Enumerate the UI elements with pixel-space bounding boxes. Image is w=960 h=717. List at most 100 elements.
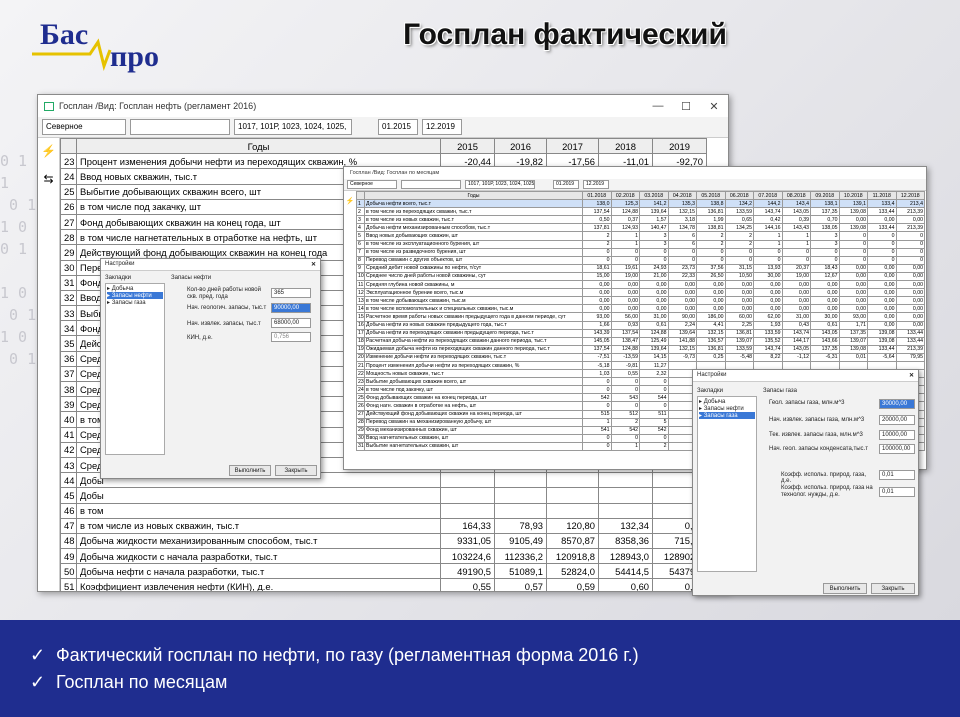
table-row[interactable]: 7в том числе из разведочного бурения, шт… (356, 247, 925, 257)
kin-input[interactable]: 0,756 (271, 332, 311, 342)
export-icon[interactable]: ⇆ (38, 172, 59, 186)
objects-field[interactable]: 1017, 101Р, 1023, 1024, 1025, (234, 119, 352, 135)
recov-reserves-input[interactable]: 68000,00 (271, 318, 311, 328)
table-row[interactable]: 8 Перевод скважин с других объектов, шт 0 0… (356, 255, 925, 265)
table-row[interactable]: 18 Расчетная добыча нефти из переходящих … (356, 336, 925, 346)
tree-item-gas-reserves[interactable]: ▸ Запасы газа (107, 299, 163, 306)
objects-field[interactable]: 1017, 101Р, 1023, 1024, 1025, (465, 180, 535, 189)
table-row[interactable]: 15 Расчетное время работы новых скважин п… (356, 312, 925, 322)
cell-value: 213,39 (895, 207, 925, 217)
row-number: 1 (356, 199, 365, 209)
condensate-input[interactable]: 100000,00 (879, 444, 915, 454)
row-label: в том числе из новых скважин, тыс.т (76, 517, 441, 534)
cell-value: 134,2 (724, 199, 754, 209)
gas-recov-input[interactable]: 20000,00 (879, 415, 915, 425)
cell-value: 138,05 (810, 223, 840, 233)
row-label: Добыча нефти из новых скважин предыдущег… (364, 320, 583, 330)
field-label: Нач. извлек. запасы, тыс.т (187, 321, 261, 327)
cell-value (494, 502, 547, 519)
cell-value: 31,00 (639, 312, 669, 322)
cell-value: 137,54 (582, 207, 612, 217)
table-row[interactable]: 48 Добыча жидкости механизированным спосо… (60, 532, 707, 550)
cell-value: 139,08 (838, 344, 868, 354)
date-to-field[interactable]: 12.2019 (583, 180, 609, 189)
cell-value: 0 (867, 255, 897, 265)
cell-value: 0 (838, 255, 868, 265)
gas-util-input[interactable]: 0,01 (879, 470, 915, 480)
cell-value: 143,43 (781, 223, 811, 233)
cell-value: 137,35 (810, 207, 840, 217)
days-input[interactable]: 365 (271, 288, 311, 298)
table-row[interactable]: 4 Добыча нефти механизированным способом,… (356, 223, 925, 233)
minimize-icon[interactable]: — (644, 100, 672, 112)
cell-value: 139,08 (867, 328, 897, 338)
cell-value (598, 472, 653, 489)
cell-value: 30,00 (810, 312, 840, 322)
table-row[interactable]: 19 Ожидаемая добыча нефти из переходящих … (356, 344, 925, 354)
cell-value: 0 (781, 255, 811, 265)
cell-value: 2 (696, 231, 726, 241)
bookmark-tree: ▸ Добыча ▸ Запасы нефти ▸ Запасы газа (105, 283, 165, 455)
cell-value: 0,00 (867, 280, 897, 290)
empty-field[interactable] (130, 119, 230, 135)
cell-value: 0 (610, 385, 640, 395)
cell-value: 0 (610, 377, 640, 387)
date-to-field[interactable]: 12.2019 (422, 119, 462, 135)
cell-value: 0,70 (810, 215, 840, 225)
lightning-icon[interactable]: ⚡ (38, 144, 59, 158)
geol-reserves-input[interactable]: 90000,00 (271, 303, 311, 313)
date-from-field[interactable]: 01.2019 (553, 180, 579, 189)
table-row[interactable]: 5 Ввод новых добывающих скважин, шт 2 1 3 6 2 2… (356, 231, 925, 241)
tree-item-production[interactable]: ▸ Добыча (107, 285, 163, 292)
gas-current-input[interactable]: 10000,00 (879, 430, 915, 440)
close-icon[interactable]: ✕ (700, 100, 728, 113)
close-button[interactable]: Закрыть (871, 583, 915, 594)
table-row[interactable]: 9 Средний дебит новой скважины по нефти, … (356, 263, 925, 273)
tree-item-oil-reserves[interactable]: ▸ Запасы нефти (107, 292, 163, 299)
table-row[interactable]: 50 Добыча нефти с начала разработки, тыс.… (60, 563, 707, 580)
table-row[interactable]: 45 Добы (60, 487, 707, 504)
cell-value: -1,12 (781, 352, 811, 362)
cell-value: 125,3 (610, 199, 640, 209)
cell-value (440, 502, 495, 519)
region-field[interactable]: Северное (347, 180, 397, 189)
table-row[interactable]: 1 Добыча нефти всего, тыс.т 138,0 125,3 141,… (356, 199, 925, 209)
cell-value: 0,00 (753, 296, 783, 306)
table-row[interactable]: 6в том числе из эксплуатационного бурени… (356, 239, 925, 249)
table-row[interactable]: 47 в том числе из новых скважин, тыс.т 164… (60, 517, 707, 534)
close-icon[interactable]: ✕ (909, 372, 914, 379)
table-row[interactable]: 46 в том (60, 502, 707, 519)
row-number: 35 (60, 335, 77, 352)
table-row[interactable]: 17 Добыча нефти из переходящих скважин пр… (356, 328, 925, 338)
cell-value: 0,00 (667, 304, 697, 314)
empty-field[interactable] (401, 180, 461, 189)
date-from-field[interactable]: 01.2015 (378, 119, 418, 135)
table-row[interactable]: 12 Эксплуатационное бурение всего, тыс.м 0… (356, 288, 925, 298)
table-row[interactable]: 11 Средняя глубина новой скважины, м 0,00 0… (356, 280, 925, 290)
cell-value (546, 487, 599, 504)
close-icon[interactable]: ✕ (311, 261, 316, 268)
run-button[interactable]: Выполнить (229, 465, 271, 476)
gas-geol-input[interactable]: 30000,00 (879, 399, 915, 409)
cell-value: 0 (667, 255, 697, 265)
table-row[interactable]: 51 Коэффициент извлечения нефти (КИН), д.… (60, 578, 707, 591)
cell-value: 0,00 (639, 288, 669, 298)
close-button[interactable]: Закрыть (275, 465, 317, 476)
table-row[interactable]: 13 в том числе добывающих скважин, тыс.м 0… (356, 296, 925, 306)
table-row[interactable]: 20 Изменение добычи нефти из переходящих … (356, 352, 925, 362)
maximize-icon[interactable]: ☐ (672, 100, 700, 113)
lightning-icon[interactable]: ⚡ (346, 198, 355, 205)
gas-tech-input[interactable]: 0,01 (879, 487, 915, 497)
table-row[interactable]: 14 в том числе вспомогательных и специаль… (356, 304, 925, 314)
table-row[interactable]: 2в том числе из переходящих скважин, тыс… (356, 207, 925, 217)
tree-item-gas-reserves[interactable]: ▸ Запасы газа (699, 412, 755, 419)
table-row[interactable]: 49 Добыча жидкости с начала разработки, т… (60, 548, 707, 565)
tree-item-production[interactable]: ▸ Добыча (699, 398, 755, 405)
row-number: 48 (60, 532, 77, 550)
table-row[interactable]: 10 Среднее число дней работы новой скважи… (356, 271, 925, 282)
table-row[interactable]: 16 Добыча нефти из новых скважин предыдущ… (356, 320, 925, 330)
table-row[interactable]: 3в том числе из новых скважин, тыс.т 0,50… (356, 215, 925, 225)
tree-item-oil-reserves[interactable]: ▸ Запасы нефти (699, 405, 755, 412)
region-field[interactable]: Северное (42, 119, 126, 135)
run-button[interactable]: Выполнить (823, 583, 867, 594)
